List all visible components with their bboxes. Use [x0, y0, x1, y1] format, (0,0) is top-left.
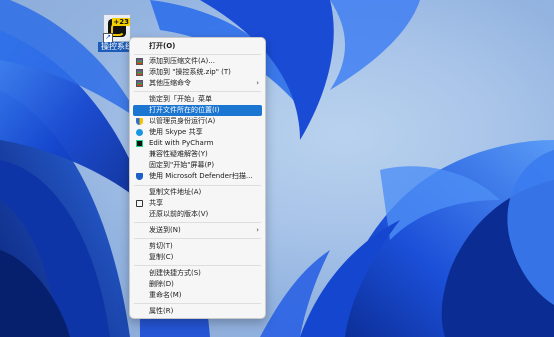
menu-separator	[134, 238, 261, 239]
menu-item-label: 发送到(N)	[149, 226, 181, 234]
wallpaper-bloom	[0, 0, 554, 337]
menu-item-label: Edit with PyCharm	[149, 139, 214, 147]
menu-item-label: 共享	[149, 199, 163, 207]
menu-item-properties[interactable]: 属性(R)	[133, 306, 262, 317]
menu-item-label: 以管理员身份运行(A)	[149, 117, 216, 125]
menu-item-label: 复制(C)	[149, 253, 174, 261]
uac-shield-icon	[136, 118, 143, 125]
menu-item-label: 复制文件地址(A)	[149, 188, 202, 196]
menu-item-label: 删除(D)	[149, 280, 174, 288]
menu-item-label: 兼容性疑难解答(Y)	[149, 150, 208, 158]
menu-item-label: 创建快捷方式(S)	[149, 269, 201, 277]
menu-item-label: 添加到 "操控系统.zip" (T)	[149, 68, 231, 76]
menu-separator	[134, 54, 261, 55]
menu-item-pin-start-screen[interactable]: 固定到"开始"屏幕(P)	[133, 160, 262, 171]
context-menu: 打开(O) 添加到压缩文件(A)... 添加到 "操控系统.zip" (T) 其…	[129, 37, 266, 319]
menu-item-label: 添加到压缩文件(A)...	[149, 57, 215, 65]
skype-icon	[136, 129, 143, 136]
menu-item-label: 固定到"开始"屏幕(P)	[149, 161, 215, 169]
menu-item-add-to-archive[interactable]: 添加到压缩文件(A)...	[133, 56, 262, 67]
menu-separator	[134, 91, 261, 92]
menu-item-rename[interactable]: 重命名(M)	[133, 290, 262, 301]
menu-item-label: 使用 Skype 共享	[149, 128, 203, 136]
menu-item-restore-versions[interactable]: 还原以前的版本(V)	[133, 209, 262, 220]
menu-item-copy-path[interactable]: 复制文件地址(A)	[133, 187, 262, 198]
defender-icon	[136, 173, 143, 180]
menu-item-label: 使用 Microsoft Defender扫描...	[149, 172, 253, 180]
desktop: +23 ↗ 操控系统 打开(O) 添加到压缩文件(A)... 添加到 "操控系统…	[0, 0, 554, 337]
menu-item-label: 打开(O)	[149, 42, 176, 50]
winrar-icon	[136, 58, 143, 65]
menu-item-run-as-admin[interactable]: 以管理员身份运行(A)	[133, 116, 262, 127]
menu-item-label: 还原以前的版本(V)	[149, 210, 209, 218]
winrar-icon	[136, 80, 143, 87]
menu-item-other-compress[interactable]: 其他压缩命令 ›	[133, 78, 262, 89]
menu-item-add-to-zip[interactable]: 添加到 "操控系统.zip" (T)	[133, 67, 262, 78]
menu-separator	[134, 265, 261, 266]
share-icon	[136, 200, 143, 207]
chevron-right-icon: ›	[256, 226, 259, 234]
chevron-right-icon: ›	[256, 79, 259, 87]
menu-item-share-skype[interactable]: 使用 Skype 共享	[133, 127, 262, 138]
menu-item-cut[interactable]: 剪切(T)	[133, 241, 262, 252]
menu-item-edit-pycharm[interactable]: Edit with PyCharm	[133, 138, 262, 149]
menu-item-label: 打开文件所在的位置(I)	[149, 106, 220, 114]
winrar-icon	[136, 69, 143, 76]
menu-item-label: 属性(R)	[149, 307, 174, 315]
menu-item-delete[interactable]: 删除(D)	[133, 279, 262, 290]
menu-item-pin-start-menu[interactable]: 锁定到「开始」菜单	[133, 94, 262, 105]
menu-item-share[interactable]: 共享	[133, 198, 262, 209]
menu-item-label: 其他压缩命令	[149, 79, 191, 87]
menu-separator	[134, 222, 261, 223]
menu-item-open[interactable]: 打开(O)	[133, 41, 262, 52]
menu-item-copy[interactable]: 复制(C)	[133, 252, 262, 263]
menu-item-label: 重命名(M)	[149, 291, 182, 299]
menu-item-open-file-location[interactable]: 打开文件所在的位置(I)	[133, 105, 262, 116]
menu-separator	[134, 303, 261, 304]
menu-item-label: 剪切(T)	[149, 242, 173, 250]
menu-item-create-shortcut[interactable]: 创建快捷方式(S)	[133, 268, 262, 279]
badge-text: +23	[112, 18, 130, 26]
menu-item-label: 锁定到「开始」菜单	[149, 95, 212, 103]
menu-separator	[134, 185, 261, 186]
menu-item-send-to[interactable]: 发送到(N) ›	[133, 225, 262, 236]
pycharm-icon	[136, 140, 143, 147]
menu-item-defender-scan[interactable]: 使用 Microsoft Defender扫描...	[133, 171, 262, 182]
menu-item-compat-troubleshoot[interactable]: 兼容性疑难解答(Y)	[133, 149, 262, 160]
